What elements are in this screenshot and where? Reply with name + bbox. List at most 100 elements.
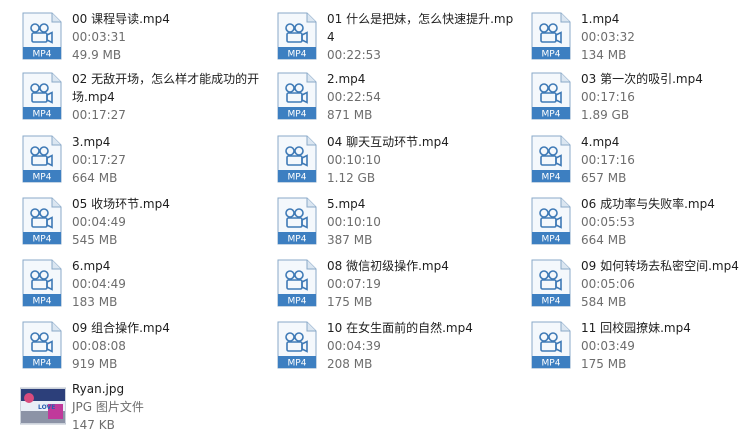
file-name: 03 第一次的吸引.mp4: [581, 72, 703, 86]
svg-text:MP4: MP4: [542, 173, 561, 183]
svg-text:MP4: MP4: [542, 235, 561, 245]
file-name: Ryan.jpg: [72, 382, 125, 396]
file-duration: 00:17:16: [581, 90, 635, 104]
svg-text:MP4: MP4: [33, 110, 52, 120]
file-size: 919 MB: [72, 357, 118, 371]
video-file-icon: MP4: [277, 321, 317, 369]
file-item[interactable]: MP4 01 什么是把妹，怎么快速提升.mp4 00:22:53: [275, 10, 525, 66]
file-item[interactable]: MP4 2.mp4 00:22:54 871 MB: [275, 70, 525, 126]
video-file-icon: MP4: [531, 197, 571, 245]
file-duration: 00:03:31: [72, 30, 126, 44]
file-size: 183 MB: [72, 295, 118, 309]
file-item[interactable]: MP4 04 聊天互动环节.mp4 00:10:10 1.12 GB: [275, 133, 525, 189]
file-duration: 00:04:39: [327, 339, 381, 353]
file-item[interactable]: MP4 4.mp4 00:17:16 657 MB: [529, 133, 752, 189]
video-file-icon: MP4: [277, 197, 317, 245]
file-size: 208 MB: [327, 357, 373, 371]
file-size: 1.12 GB: [327, 171, 376, 185]
video-file-icon: MP4: [277, 259, 317, 307]
file-grid: MP4 00 课程导读.mp4 00:03:31 49.9 MB MP4 01 …: [0, 0, 752, 443]
file-name: 02 无敌开场，怎么样才能成功的开场.mp4: [72, 72, 260, 104]
file-duration: 00:22:54: [327, 90, 381, 104]
file-duration: 00:04:49: [72, 277, 126, 291]
file-item[interactable]: MP4 10 在女生面前的自然.mp4 00:04:39 208 MB: [275, 319, 525, 375]
file-size: 664 MB: [72, 171, 118, 185]
file-duration: 00:10:10: [327, 153, 381, 167]
file-duration: 00:05:06: [581, 277, 635, 291]
svg-text:MP4: MP4: [288, 173, 307, 183]
svg-text:MP4: MP4: [33, 173, 52, 183]
file-name: 6.mp4: [72, 259, 111, 273]
file-item[interactable]: MP4 06 成功率与失败率.mp4 00:05:53 664 MB: [529, 195, 752, 251]
video-file-icon: MP4: [22, 135, 62, 183]
file-name: 10 在女生面前的自然.mp4: [327, 321, 473, 335]
image-thumbnail: LOVE: [20, 387, 66, 425]
file-duration: 00:17:27: [72, 153, 126, 167]
file-duration: 00:03:32: [581, 30, 635, 44]
video-file-icon: MP4: [277, 72, 317, 120]
video-file-icon: MP4: [22, 12, 62, 60]
file-item[interactable]: MP4 1.mp4 00:03:32 134 MB: [529, 10, 752, 66]
file-item[interactable]: MP4 05 收场环节.mp4 00:04:49 545 MB: [20, 195, 270, 251]
file-name: 4.mp4: [581, 135, 620, 149]
file-item[interactable]: MP4 6.mp4 00:04:49 183 MB: [20, 257, 270, 313]
file-size: 175 MB: [581, 357, 627, 371]
svg-text:MP4: MP4: [542, 50, 561, 60]
svg-text:MP4: MP4: [288, 235, 307, 245]
file-size: 1.89 GB: [581, 108, 630, 122]
file-duration: 00:08:08: [72, 339, 126, 353]
video-file-icon: MP4: [531, 72, 571, 120]
svg-text:MP4: MP4: [33, 359, 52, 369]
svg-text:MP4: MP4: [288, 359, 307, 369]
svg-text:MP4: MP4: [288, 110, 307, 120]
video-file-icon: MP4: [531, 259, 571, 307]
file-item[interactable]: MP4 03 第一次的吸引.mp4 00:17:16 1.89 GB: [529, 70, 752, 126]
file-name: 08 微信初级操作.mp4: [327, 259, 449, 273]
file-size: 49.9 MB: [72, 48, 122, 62]
video-file-icon: MP4: [277, 135, 317, 183]
video-file-icon: MP4: [22, 72, 62, 120]
file-size: 134 MB: [581, 48, 627, 62]
file-size: 175 MB: [327, 295, 373, 309]
svg-text:MP4: MP4: [542, 297, 561, 307]
video-file-icon: MP4: [277, 12, 317, 60]
file-item[interactable]: MP4 3.mp4 00:17:27 664 MB: [20, 133, 270, 189]
video-file-icon: MP4: [531, 12, 571, 60]
svg-text:MP4: MP4: [288, 50, 307, 60]
file-duration: 00:07:19: [327, 277, 381, 291]
video-file-icon: MP4: [22, 321, 62, 369]
file-name: 09 组合操作.mp4: [72, 321, 170, 335]
file-name: 1.mp4: [581, 12, 620, 26]
svg-text:MP4: MP4: [33, 50, 52, 60]
file-size: 545 MB: [72, 233, 118, 247]
file-item[interactable]: MP4 08 微信初级操作.mp4 00:07:19 175 MB: [275, 257, 525, 313]
file-name: 5.mp4: [327, 197, 366, 211]
file-duration: 00:17:16: [581, 153, 635, 167]
file-item[interactable]: MP4 02 无敌开场，怎么样才能成功的开场.mp4 00:17:27: [20, 70, 270, 126]
video-file-icon: MP4: [22, 259, 62, 307]
file-name: 00 课程导读.mp4: [72, 12, 170, 26]
file-size: 664 MB: [581, 233, 627, 247]
svg-text:LOVE: LOVE: [38, 404, 55, 411]
file-duration: 00:10:10: [327, 215, 381, 229]
file-duration: 00:05:53: [581, 215, 635, 229]
file-item[interactable]: MP4 5.mp4 00:10:10 387 MB: [275, 195, 525, 251]
file-name: 01 什么是把妹，怎么快速提升.mp4: [327, 12, 514, 44]
file-item[interactable]: MP4 09 组合操作.mp4 00:08:08 919 MB: [20, 319, 270, 375]
file-item[interactable]: MP4 00 课程导读.mp4 00:03:31 49.9 MB: [20, 10, 270, 66]
file-duration: 00:22:53: [327, 48, 381, 62]
file-duration: 00:17:27: [72, 108, 126, 122]
file-item[interactable]: MP4 11 回校园撩妹.mp4 00:03:49 175 MB: [529, 319, 752, 375]
file-size: 147 KB: [72, 418, 115, 432]
file-name: 09 如何转场去私密空间.mp4: [581, 259, 739, 273]
svg-text:MP4: MP4: [542, 110, 561, 120]
video-file-icon: MP4: [531, 135, 571, 183]
file-item[interactable]: LOVE Ryan.jpg JPG 图片文件 147 KB: [20, 380, 270, 436]
file-size: 387 MB: [327, 233, 373, 247]
svg-text:MP4: MP4: [33, 297, 52, 307]
file-item[interactable]: MP4 09 如何转场去私密空间.mp4 00:05:06 584 MB: [529, 257, 752, 313]
file-name: 05 收场环节.mp4: [72, 197, 170, 211]
video-file-icon: MP4: [531, 321, 571, 369]
file-size: 584 MB: [581, 295, 627, 309]
file-duration: 00:03:49: [581, 339, 635, 353]
